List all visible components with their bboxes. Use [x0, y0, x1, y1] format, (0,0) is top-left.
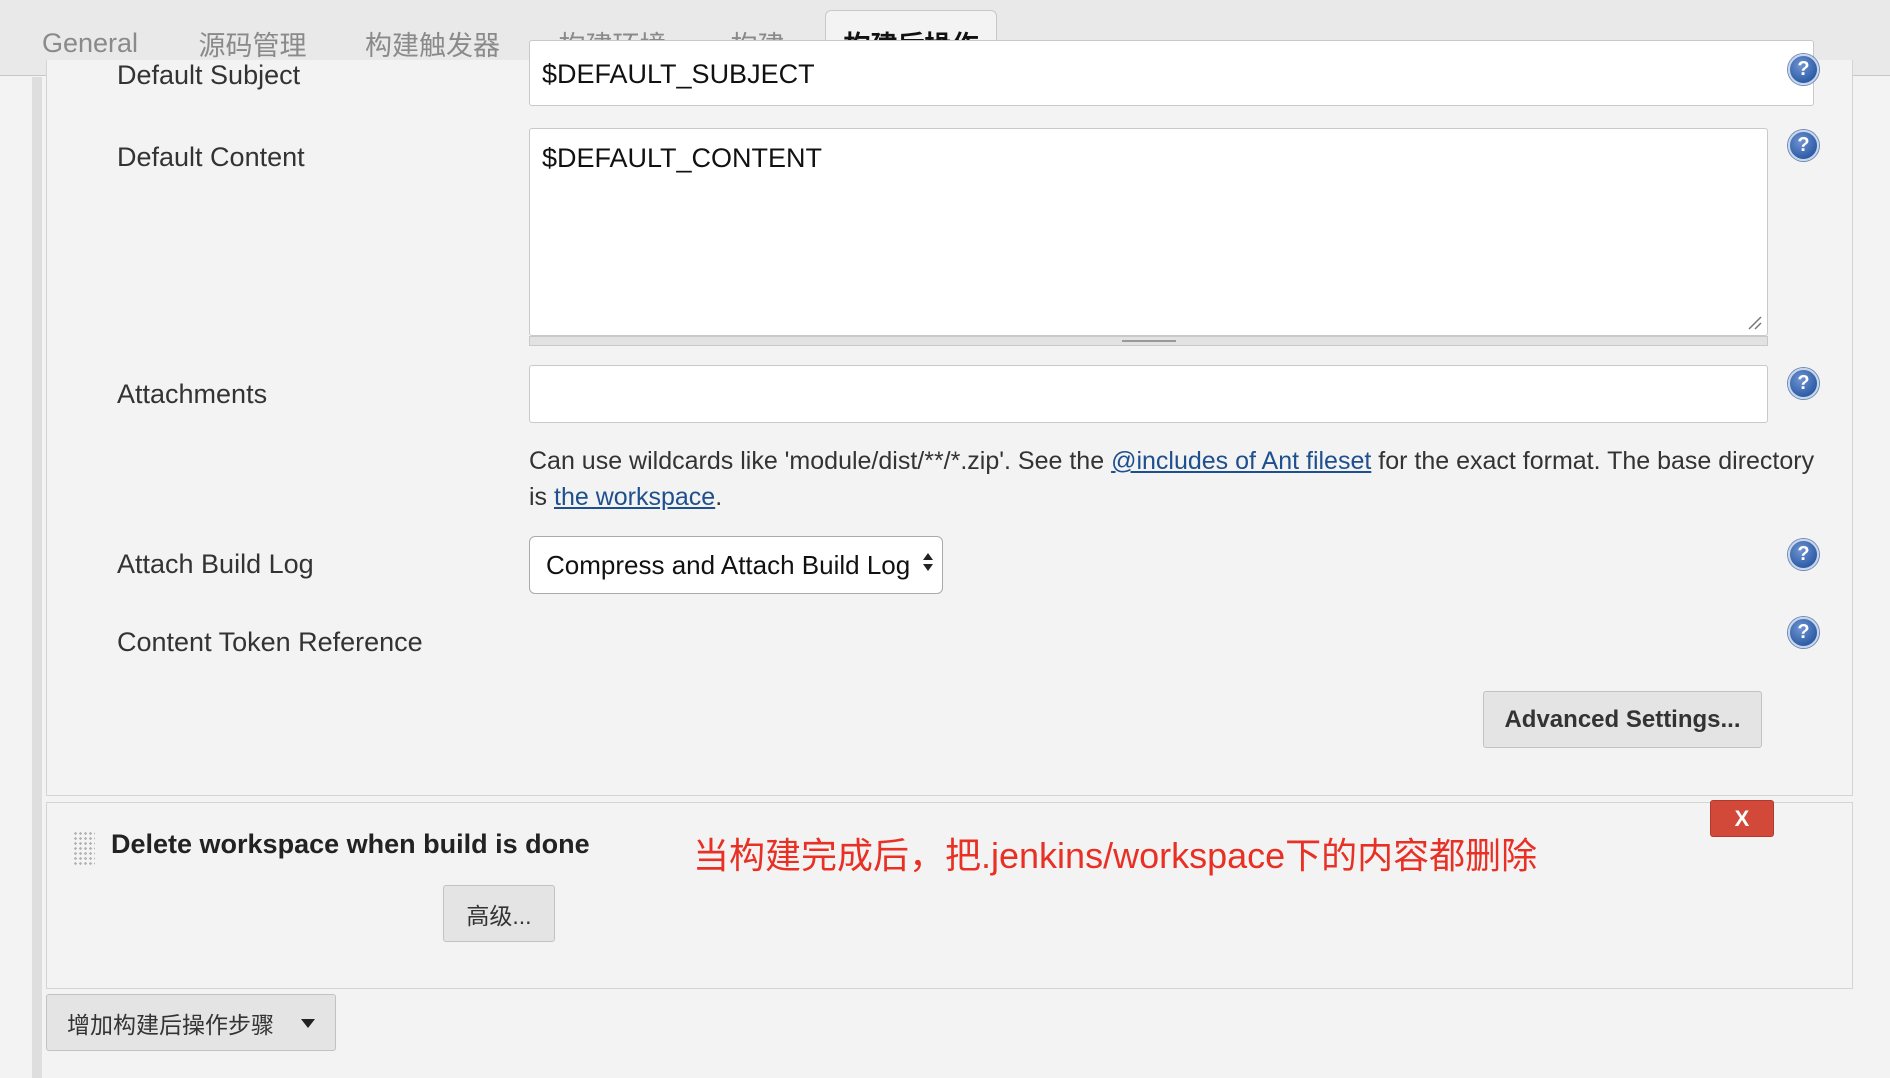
attachments-hint: Can use wildcards like 'module/dist/**/*… [529, 443, 1819, 515]
workspace-link[interactable]: the workspace [554, 483, 715, 511]
remove-step-button[interactable]: X [1710, 800, 1774, 837]
help-icon[interactable]: ? [1788, 368, 1819, 399]
attach-build-log-label: Attach Build Log [117, 549, 314, 579]
help-icon[interactable]: ? [1788, 617, 1819, 648]
default-subject-field[interactable]: $DEFAULT_SUBJECT [529, 40, 1814, 106]
advanced-settings-button[interactable]: Advanced Settings... [1483, 691, 1762, 748]
add-step-label: 增加构建后操作步骤 [67, 1011, 274, 1038]
email-notification-section: Default Subject $DEFAULT_SUBJECT ? Defau… [46, 40, 1853, 796]
add-post-build-step-button[interactable]: 增加构建后操作步骤 [46, 994, 336, 1051]
textarea-resize-bar[interactable] [529, 336, 1768, 346]
content-token-reference-label: Content Token Reference [117, 627, 423, 657]
attach-build-log-select[interactable]: Compress and Attach Build Log [529, 536, 943, 594]
drag-handle-icon[interactable] [73, 831, 95, 865]
delete-workspace-title: Delete workspace when build is done [111, 829, 590, 859]
default-content-textarea[interactable]: $DEFAULT_CONTENT [529, 128, 1768, 336]
resize-grip-icon[interactable] [1747, 315, 1763, 331]
ant-fileset-link[interactable]: @includes of Ant fileset [1111, 447, 1371, 475]
advanced-button[interactable]: 高级... [443, 885, 555, 942]
help-icon[interactable]: ? [1788, 54, 1819, 85]
delete-workspace-section: Delete workspace when build is done 当构建完… [46, 800, 1853, 989]
select-value: Compress and Attach Build Log [546, 549, 911, 580]
hint-text: . [715, 483, 723, 511]
annotation-note: 当构建完成后，把.jenkins/workspace下的内容都删除 [693, 835, 1538, 876]
default-content-label: Default Content [117, 142, 305, 172]
dropdown-caret-icon [301, 1019, 315, 1028]
attachments-field[interactable] [529, 365, 1768, 423]
help-icon[interactable]: ? [1788, 539, 1819, 570]
default-subject-label: Default Subject [117, 60, 301, 90]
select-arrows-icon [923, 553, 933, 571]
help-icon[interactable]: ? [1788, 130, 1819, 161]
left-gutter [32, 77, 42, 1078]
attachments-label: Attachments [117, 379, 268, 409]
hint-text: Can use wildcards like 'module/dist/**/*… [529, 447, 1112, 475]
